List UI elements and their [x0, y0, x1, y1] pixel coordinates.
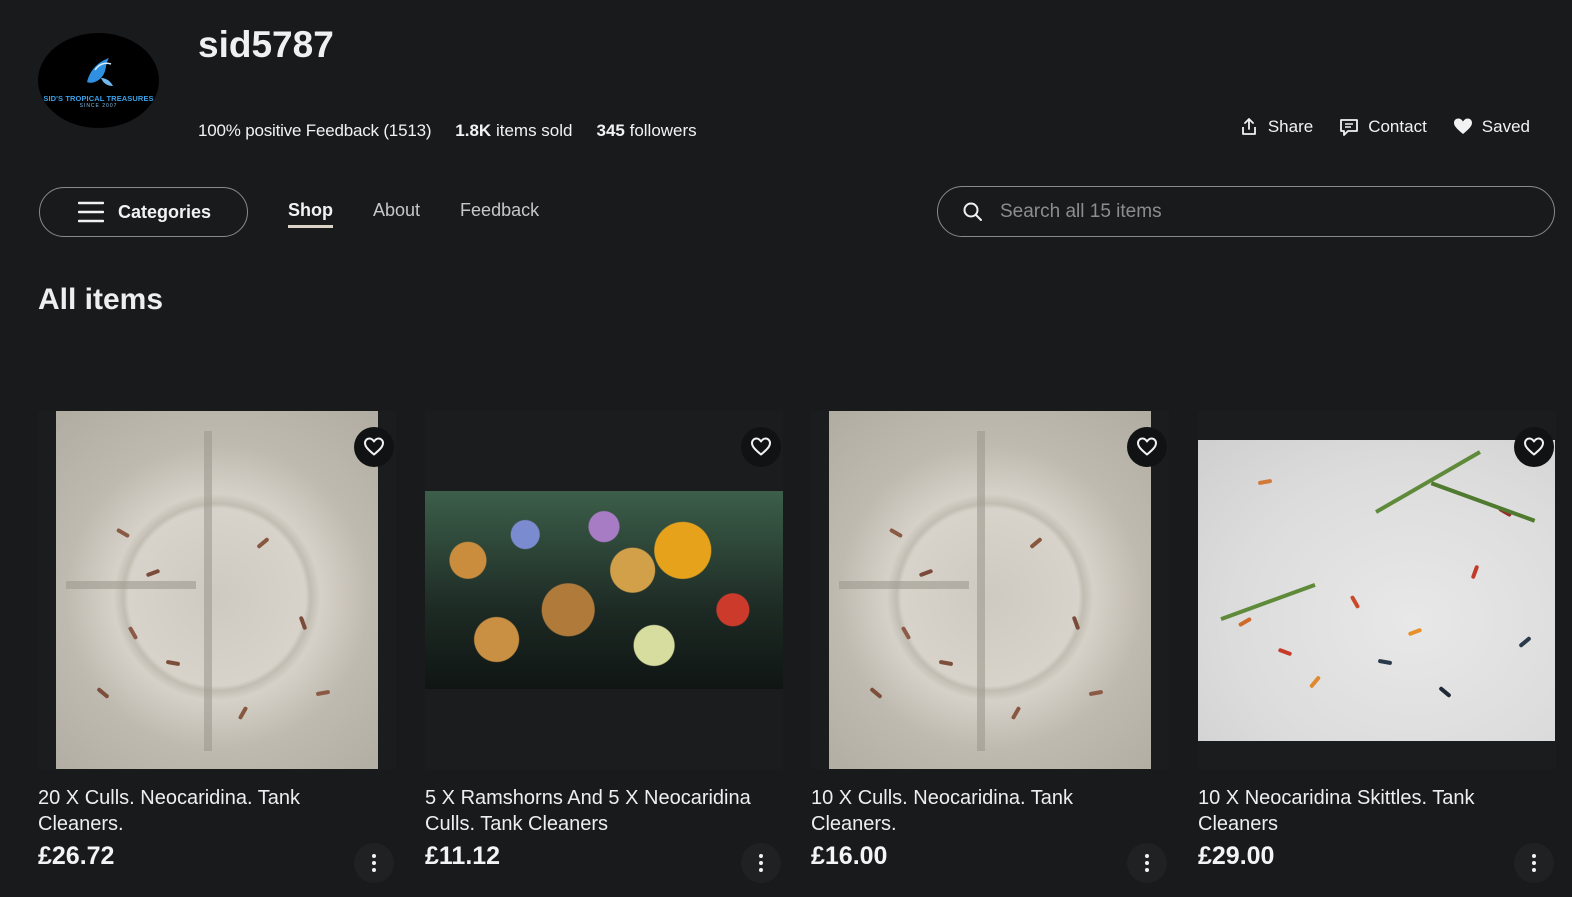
followers-count: 345	[596, 121, 625, 140]
more-options-button[interactable]	[1514, 843, 1554, 883]
hamburger-icon	[78, 201, 104, 223]
watch-button[interactable]	[354, 427, 394, 467]
followers-stat: 345 followers	[596, 121, 696, 141]
item-price: £11.12	[425, 842, 501, 870]
item-price: £29.00	[1198, 842, 1275, 870]
item-image-area[interactable]	[38, 411, 396, 769]
heart-outline-icon	[1137, 437, 1157, 456]
item-price: £26.72	[38, 842, 115, 870]
heart-filled-icon	[1453, 118, 1472, 134]
watch-button[interactable]	[1514, 427, 1554, 467]
item-image-area[interactable]	[811, 411, 1169, 769]
share-label: Share	[1267, 117, 1314, 136]
watch-button[interactable]	[741, 427, 781, 467]
item-photo[interactable]	[56, 411, 378, 769]
item-image-area[interactable]	[1198, 411, 1556, 769]
search-input[interactable]	[1000, 200, 1520, 223]
tab-feedback[interactable]: Feedback	[460, 200, 539, 228]
item-card[interactable]: 10 X Culls. Neocaridina. Tank Cleaners. …	[811, 411, 1169, 891]
chat-icon	[1340, 119, 1359, 136]
heart-outline-icon	[364, 437, 384, 456]
item-title[interactable]: 10 X Culls. Neocaridina. Tank Cleaners.	[811, 785, 1161, 837]
seller-logo: SID'S TROPICAL TREASURES SINCE 2007	[38, 33, 159, 128]
item-title[interactable]: 20 X Culls. Neocaridina. Tank Cleaners.	[38, 785, 388, 837]
saved-label: Saved	[1481, 117, 1530, 136]
more-options-button[interactable]	[354, 843, 394, 883]
kebab-menu-icon	[759, 854, 763, 872]
sold-count: 1.8K	[455, 121, 492, 140]
item-price: £16.00	[811, 842, 888, 870]
share-icon	[1241, 118, 1256, 135]
item-card[interactable]: 5 X Ramshorns And 5 X Neocaridina Culls.…	[425, 411, 783, 891]
more-options-button[interactable]	[741, 843, 781, 883]
feedback-stat[interactable]: 100% positive Feedback (1513)	[198, 121, 431, 141]
more-options-button[interactable]	[1127, 843, 1167, 883]
item-title[interactable]: 5 X Ramshorns And 5 X Neocaridina Culls.…	[425, 785, 775, 837]
store-search	[937, 186, 1555, 237]
watch-button[interactable]	[1127, 427, 1167, 467]
kebab-menu-icon	[372, 854, 376, 872]
contact-label: Contact	[1368, 117, 1427, 136]
item-card[interactable]: 20 X Culls. Neocaridina. Tank Cleaners. …	[38, 411, 396, 891]
saved-button[interactable]: Saved	[1453, 117, 1530, 137]
categories-label: Categories	[118, 201, 212, 222]
sold-stat: 1.8K items sold	[455, 121, 572, 141]
item-title[interactable]: 10 X Neocaridina Skittles. Tank Cleaners	[1198, 785, 1548, 837]
tab-shop[interactable]: Shop	[288, 200, 333, 228]
fish-logo-icon	[86, 58, 113, 86]
item-photo[interactable]	[425, 491, 783, 689]
item-card[interactable]: 10 X Neocaridina Skittles. Tank Cleaners…	[1198, 411, 1556, 891]
search-icon	[963, 202, 982, 221]
seller-name: sid5787	[198, 24, 334, 65]
kebab-menu-icon	[1532, 854, 1536, 872]
contact-button[interactable]: Contact	[1339, 117, 1427, 137]
followers-label: followers	[629, 121, 697, 140]
logo-text: SID'S TROPICAL TREASURES	[43, 94, 154, 103]
section-title: All items	[38, 283, 164, 316]
item-image-area[interactable]	[425, 411, 783, 769]
shop-tabs: Shop About Feedback	[288, 200, 539, 228]
tab-about[interactable]: About	[373, 200, 420, 228]
logo-subtext: SINCE 2007	[79, 103, 118, 109]
item-photo[interactable]	[829, 411, 1151, 769]
categories-button[interactable]: Categories	[39, 187, 248, 237]
seller-stats: 100% positive Feedback (1513) 1.8K items…	[198, 121, 697, 141]
sold-label: items sold	[495, 121, 573, 140]
item-photo[interactable]	[1198, 440, 1555, 741]
heart-outline-icon	[751, 437, 771, 456]
heart-outline-icon	[1524, 437, 1544, 456]
kebab-menu-icon	[1145, 854, 1149, 872]
share-button[interactable]: Share	[1239, 117, 1313, 137]
seller-actions: Share Contact Saved	[1239, 117, 1530, 137]
